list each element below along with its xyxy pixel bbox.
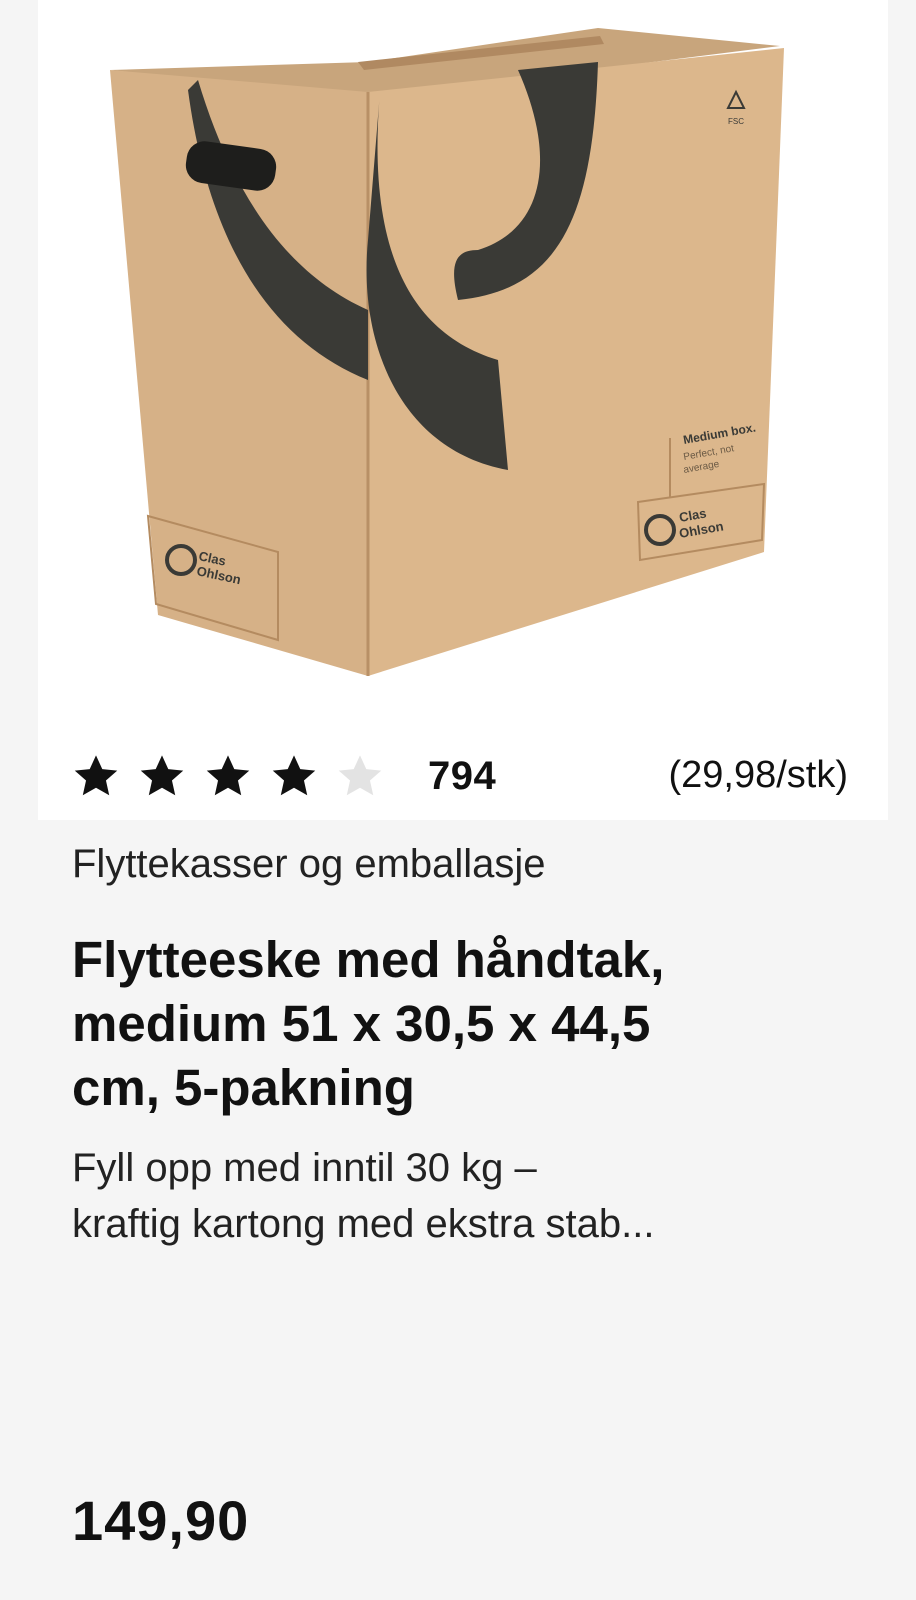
rating-row: 794 (29,98/stk) [38,740,888,810]
product-title-line: Flytteeske med håndtak, [72,931,665,988]
product-category[interactable]: Flyttekasser og emballasje [72,842,546,887]
product-price: 149,90 [72,1489,250,1552]
product-description-line: kraftig kartong med ekstra stab... [72,1202,655,1246]
product-image[interactable]: Clas Ohlson Clas Ohlson Medium box. Perf… [38,0,888,720]
star-icon-filled [136,750,188,802]
star-icon-filled [268,750,320,802]
review-count[interactable]: 794 [428,754,496,799]
product-title-line: cm, 5-pakning [72,1059,415,1116]
product-description: Fyll opp med inntil 30 kg – kraftig kart… [72,1140,852,1252]
product-info: Flyttekasser og emballasje Flytteeske me… [38,820,888,1600]
star-icon-empty [334,750,386,802]
star-icon-filled [70,750,122,802]
unit-price: (29,98/stk) [668,754,848,796]
box-cert: FSC [728,117,744,126]
product-media: Clas Ohlson Clas Ohlson Medium box. Perf… [38,0,888,820]
star-icon-filled [202,750,254,802]
product-title-line: medium 51 x 30,5 x 44,5 [72,995,651,1052]
product-title[interactable]: Flytteeske med håndtak, medium 51 x 30,5… [72,928,832,1120]
product-description-line: Fyll opp med inntil 30 kg – [72,1146,537,1190]
product-card[interactable]: Clas Ohlson Clas Ohlson Medium box. Perf… [38,0,888,1600]
